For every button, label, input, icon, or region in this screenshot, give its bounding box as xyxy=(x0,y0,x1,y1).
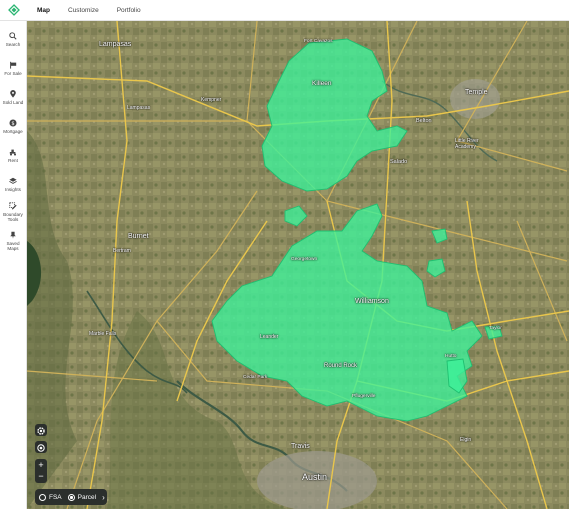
locate-icon xyxy=(37,444,45,452)
city-label: Hutto xyxy=(445,354,457,359)
sidebar-item-label: Saved Maps xyxy=(6,241,20,251)
sidebar-item-label: For Sale xyxy=(4,71,22,76)
city-label: Georgetown xyxy=(291,257,318,262)
city-label: Williamson xyxy=(355,298,389,305)
city-label: Temple xyxy=(465,89,488,96)
city-label: Bertram xyxy=(113,248,131,254)
city-label: Travis xyxy=(291,443,310,450)
sidebar-item-rent[interactable]: Rent xyxy=(0,148,26,163)
city-label: Austin xyxy=(302,472,328,482)
city-label: Marble Falls xyxy=(89,331,117,337)
fsa-option[interactable]: FSA xyxy=(39,493,62,501)
map-canvas[interactable]: Lampasas Killeen Fort Cavazos Temple Bel… xyxy=(27,21,569,509)
sidebar-item-search[interactable]: Search xyxy=(0,32,26,47)
city-label: Elgin xyxy=(460,437,472,443)
sidebar-item-insights[interactable]: Insights xyxy=(0,177,26,192)
sidebar-item-mortgage[interactable]: $ Mortgage xyxy=(0,119,26,134)
locate-button[interactable] xyxy=(35,441,47,453)
city-label: Fort Cavazos xyxy=(304,39,333,44)
sidebar: Search For Sale Sold Land $ Mortgage Ren… xyxy=(0,21,27,509)
fsa-label: FSA xyxy=(49,493,62,501)
bookmark-icon xyxy=(10,231,16,239)
city-label: Belton xyxy=(416,118,432,124)
city-label: Little River Academy xyxy=(455,138,479,150)
app-logo[interactable] xyxy=(0,0,27,20)
pin-icon xyxy=(10,90,16,98)
city-label: Pflugerville xyxy=(352,394,376,399)
city-label: Cedar Park xyxy=(243,375,268,380)
zoom-control: + − xyxy=(35,459,47,483)
city-label: Lampasas xyxy=(127,105,151,111)
gear-icon xyxy=(37,427,45,435)
search-icon xyxy=(9,32,17,40)
layer-toggle: FSA Parcel › xyxy=(35,489,107,505)
sidebar-item-sold-land[interactable]: Sold Land xyxy=(0,90,26,105)
sidebar-item-label: Search xyxy=(5,42,21,47)
parcel-option[interactable]: Parcel xyxy=(67,493,97,501)
sidebar-item-label: Sold Land xyxy=(2,100,24,105)
sidebar-item-label: Insights xyxy=(5,187,21,192)
city-label: Round Rock xyxy=(324,363,358,369)
radio-unselected[interactable] xyxy=(39,493,46,501)
city-label: Lampasas xyxy=(99,41,132,48)
sidebar-item-saved-maps[interactable]: Saved Maps xyxy=(0,231,26,251)
logo-icon xyxy=(7,4,20,16)
zoom-out-button[interactable]: − xyxy=(35,471,47,483)
zoom-in-button[interactable]: + xyxy=(35,459,47,471)
sidebar-item-label: Mortgage xyxy=(3,129,23,134)
map-settings-button[interactable] xyxy=(35,424,47,436)
top-navigation-bar: Map Customize Portfolio xyxy=(0,0,569,21)
dollar-icon: $ xyxy=(9,119,17,127)
sidebar-item-for-sale[interactable]: For Sale xyxy=(0,61,26,76)
tractor-icon xyxy=(9,149,17,156)
tab-portfolio[interactable]: Portfolio xyxy=(117,7,141,14)
tab-customize[interactable]: Customize xyxy=(68,7,99,14)
sign-icon xyxy=(10,61,17,69)
city-label: Taylor xyxy=(489,326,502,331)
svg-text:$: $ xyxy=(11,121,14,127)
draw-icon xyxy=(9,202,17,210)
city-label: Kempner xyxy=(201,97,222,103)
city-label: Burnet xyxy=(128,233,149,240)
sidebar-item-label: Boundary Tools xyxy=(3,212,23,222)
chevron-right-icon[interactable]: › xyxy=(102,493,105,502)
parcel-label: Parcel xyxy=(77,493,97,501)
city-label: Killeen xyxy=(312,80,332,87)
city-label: Leander xyxy=(260,334,279,340)
city-label: Salado xyxy=(390,159,408,165)
sidebar-item-label: Rent xyxy=(8,158,18,163)
radio-selected[interactable] xyxy=(67,493,75,501)
layers-icon xyxy=(9,177,17,184)
sidebar-item-boundary-tools[interactable]: Boundary Tools xyxy=(0,202,26,222)
tab-map[interactable]: Map xyxy=(37,7,50,14)
